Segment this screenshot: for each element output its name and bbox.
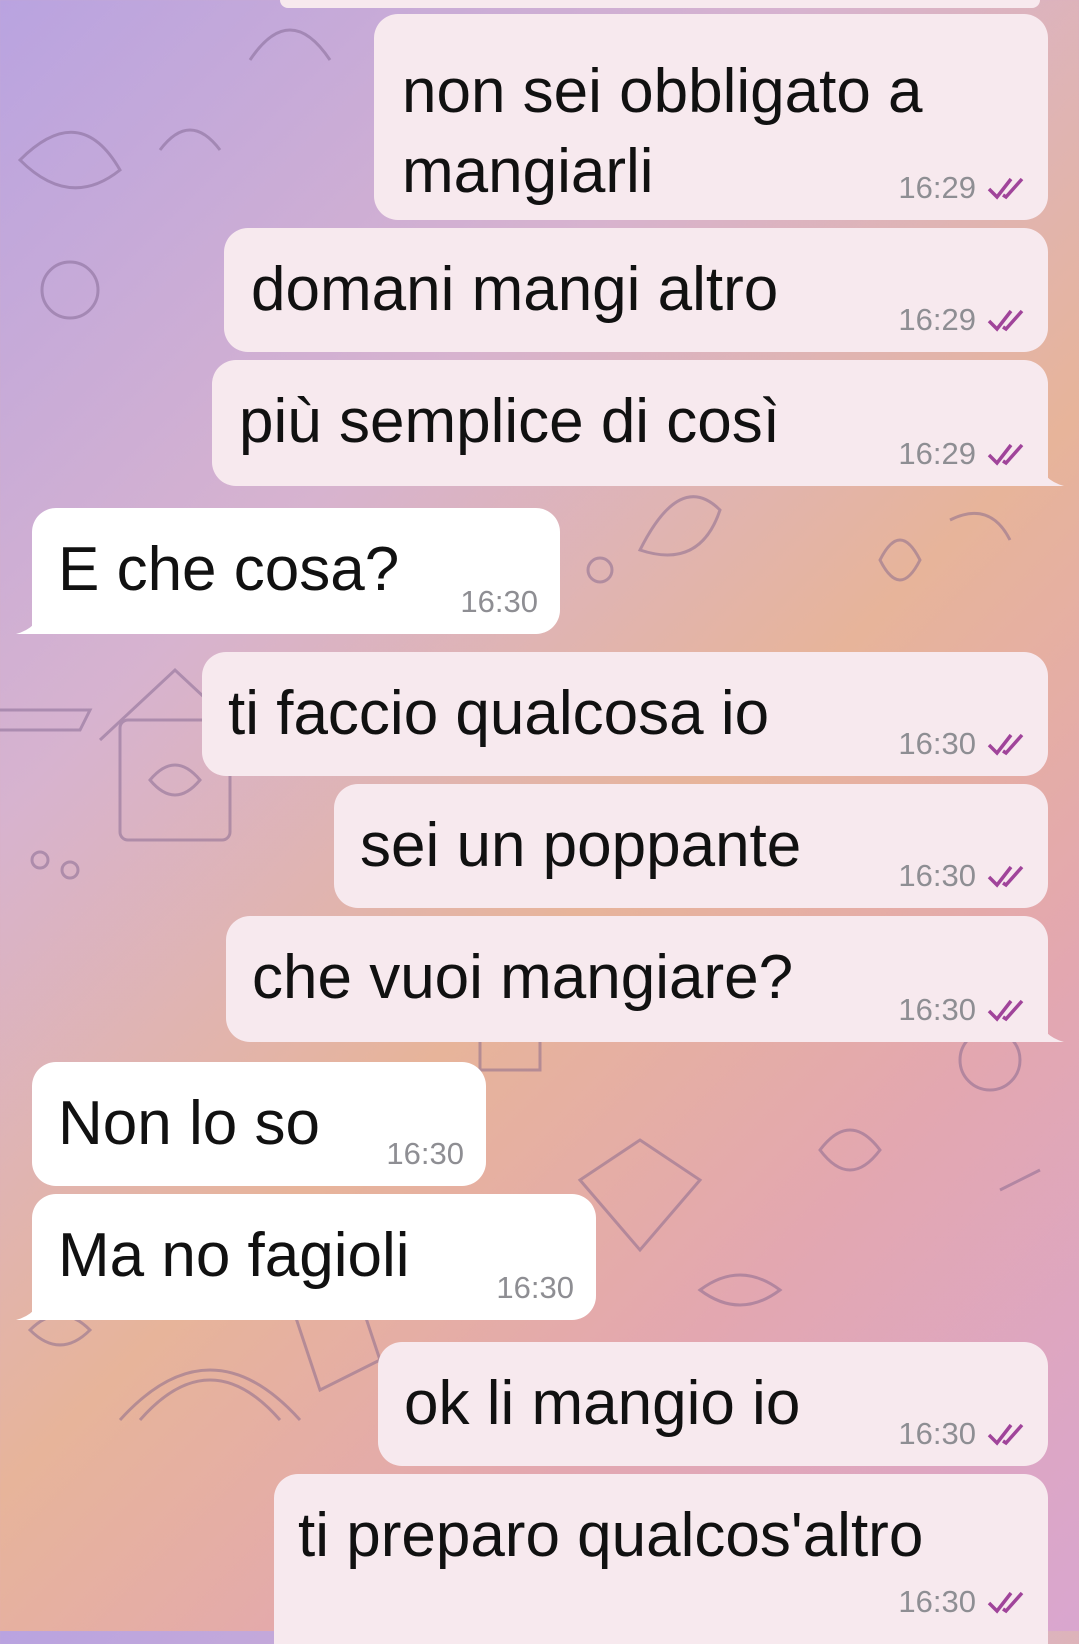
double-check-icon — [987, 443, 1024, 466]
double-check-icon — [987, 999, 1024, 1022]
message-text: non sei obbligato a mangiarli — [402, 57, 923, 206]
message-meta: 16:29 — [898, 436, 1030, 472]
message-bubble-outgoing[interactable]: ti preparo qualcos'altro 16:30 — [274, 1474, 1048, 1644]
bubble-tail — [1038, 1016, 1064, 1042]
bubble-tail — [16, 1294, 42, 1320]
message-bubble-outgoing[interactable]: più semplice di così 16:29 — [212, 360, 1064, 486]
message-bubble-incoming[interactable]: Non lo so 16:30 — [32, 1062, 486, 1186]
double-check-icon — [987, 177, 1024, 200]
message-text: Non lo so — [58, 1089, 320, 1158]
message-time: 16:30 — [898, 1584, 976, 1619]
message-time: 16:29 — [898, 302, 976, 337]
double-check-icon — [987, 733, 1024, 756]
message-bubble-outgoing[interactable]: ok li mangio io 16:30 — [378, 1342, 1048, 1466]
message-time: 16:29 — [898, 436, 976, 471]
message-meta: 16:29 — [898, 170, 1030, 206]
message-meta: 16:30 — [898, 858, 1030, 894]
message-meta: 16:30 — [898, 726, 1030, 762]
message-text: più semplice di così — [239, 387, 781, 456]
message-time: 16:30 — [496, 1270, 574, 1305]
message-time: 16:30 — [898, 992, 976, 1027]
message-meta: 16:30 — [386, 1136, 464, 1172]
message-bubble-outgoing[interactable]: sei un poppante 16:30 — [334, 784, 1048, 908]
message-text: Ma no fagioli — [58, 1221, 410, 1290]
message-text: ti preparo qualcos'altro — [298, 1501, 924, 1570]
message-bubble-incoming[interactable]: E che cosa? 16:30 — [16, 508, 560, 634]
double-check-icon — [987, 1591, 1024, 1614]
message-text: che vuoi mangiare? — [252, 943, 794, 1012]
message-bubble-incoming[interactable]: Ma no fagioli 16:30 — [16, 1194, 596, 1320]
message-meta: 16:30 — [898, 1416, 1030, 1452]
previous-message-edge — [280, 0, 1040, 8]
message-meta: 16:30 — [496, 1270, 574, 1306]
message-bubble-outgoing[interactable]: che vuoi mangiare? 16:30 — [226, 916, 1064, 1042]
message-time: 16:30 — [460, 584, 538, 619]
message-text: domani mangi altro — [251, 255, 779, 324]
message-bubble-outgoing[interactable]: non sei obbligato a mangiarli 16:29 — [374, 14, 1048, 220]
double-check-icon — [987, 1423, 1024, 1446]
bubble-tail — [1038, 460, 1064, 486]
bubble-tail — [16, 608, 42, 634]
chat-message-list[interactable]: non sei obbligato a mangiarli 16:29 doma… — [0, 0, 1079, 1644]
message-text: sei un poppante — [360, 811, 802, 880]
message-time: 16:30 — [898, 858, 976, 893]
message-bubble-outgoing[interactable]: ti faccio qualcosa io 16:30 — [202, 652, 1048, 776]
message-text: ti faccio qualcosa io — [228, 679, 770, 748]
message-time: 16:29 — [898, 170, 976, 205]
message-text: E che cosa? — [58, 535, 400, 604]
message-time: 16:30 — [386, 1136, 464, 1171]
double-check-icon — [987, 309, 1024, 332]
message-time: 16:30 — [898, 726, 976, 761]
message-meta: 16:29 — [898, 302, 1030, 338]
message-meta: 16:30 — [460, 584, 538, 620]
message-meta: 16:30 — [898, 1584, 1030, 1620]
message-time: 16:30 — [898, 1416, 976, 1451]
message-text: ok li mangio io — [404, 1369, 801, 1438]
message-bubble-outgoing[interactable]: domani mangi altro 16:29 — [224, 228, 1048, 352]
message-meta: 16:30 — [898, 992, 1030, 1028]
double-check-icon — [987, 865, 1024, 888]
